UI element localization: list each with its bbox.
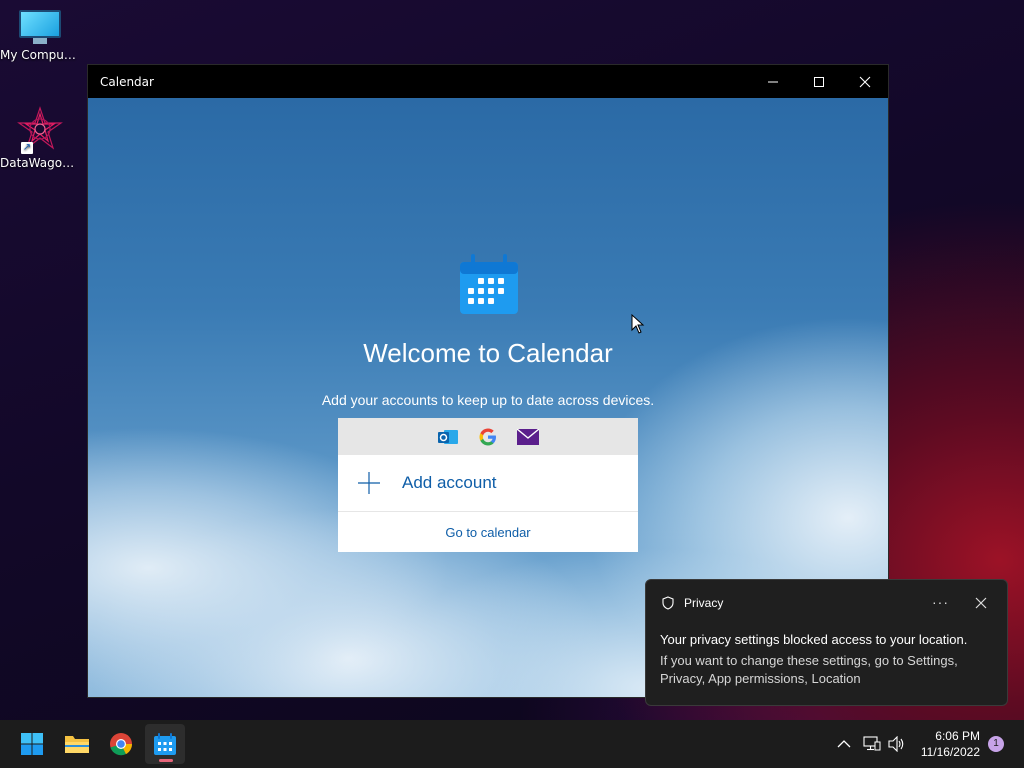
network-button[interactable] [862, 734, 882, 754]
go-to-calendar-label: Go to calendar [445, 524, 531, 540]
maximize-button[interactable] [796, 65, 842, 98]
network-icon [863, 736, 881, 751]
toast-header: Privacy [662, 596, 723, 610]
notification-count-badge[interactable]: 1 [988, 736, 1004, 752]
desktop-icon-label: DataWagon... [0, 156, 80, 170]
plus-icon [358, 472, 380, 494]
volume-button[interactable] [887, 734, 907, 754]
toast-close-button[interactable] [974, 596, 988, 610]
go-to-calendar-link[interactable]: Go to calendar [338, 512, 638, 552]
mouse-cursor-icon [631, 314, 645, 334]
shield-icon [662, 596, 674, 610]
add-account-button[interactable]: Add account [338, 455, 638, 512]
minimize-icon [768, 81, 778, 82]
taskbar-chrome[interactable] [101, 724, 141, 764]
minimize-button[interactable] [750, 65, 796, 98]
window-title: Calendar [100, 74, 154, 89]
toast-message-title: Your privacy settings blocked access to … [660, 632, 968, 647]
toast-more-options-button[interactable]: ··· [932, 594, 949, 610]
google-icon [477, 426, 499, 448]
chevron-up-icon [837, 740, 851, 748]
toast-message-body: If you want to change these settings, go… [660, 653, 958, 686]
computer-icon [19, 10, 61, 44]
privacy-notification-toast[interactable]: Privacy ··· Your privacy settings blocke… [645, 579, 1008, 706]
outlook-icon [437, 426, 459, 448]
active-app-indicator [159, 759, 173, 762]
clock-date: 11/16/2022 [920, 745, 980, 759]
title-bar[interactable]: Calendar [88, 65, 888, 98]
taskbar-file-explorer[interactable] [57, 724, 97, 764]
shortcut-arrow-icon: ↗ [21, 142, 33, 154]
close-button[interactable] [842, 65, 888, 98]
windows-logo-icon [21, 733, 43, 755]
datawagon-logo-icon: ↗ [17, 106, 63, 154]
taskbar-clock[interactable]: 6:06 PM 11/16/2022 [916, 728, 980, 760]
folder-icon [65, 736, 89, 753]
chrome-icon [110, 733, 133, 756]
mail-icon [517, 426, 539, 448]
desktop-icon-label: My Computer [0, 48, 80, 62]
maximize-icon [814, 76, 824, 87]
account-card: Add account Go to calendar [338, 418, 638, 552]
toast-header-label: Privacy [684, 596, 724, 610]
start-button[interactable] [12, 724, 52, 764]
show-hidden-icons-button[interactable] [834, 734, 854, 754]
calendar-app-icon [460, 254, 518, 314]
welcome-title: Welcome to Calendar [363, 338, 613, 368]
desktop-icon-datawagon[interactable]: ↗ DataWagon... [0, 106, 80, 170]
welcome-subtitle: Add your accounts to keep up to date acr… [321, 392, 655, 408]
desktop-icon-my-computer[interactable]: My Computer [0, 10, 80, 62]
add-account-label: Add account [402, 473, 497, 492]
clock-time: 6:06 PM [935, 729, 980, 743]
taskbar-calendar[interactable] [145, 724, 185, 764]
provider-strip [338, 418, 638, 455]
speaker-icon [888, 736, 904, 752]
taskbar: 6:06 PM 11/16/2022 1 [0, 720, 1024, 768]
close-icon [859, 76, 871, 87]
calendar-icon [154, 733, 176, 755]
